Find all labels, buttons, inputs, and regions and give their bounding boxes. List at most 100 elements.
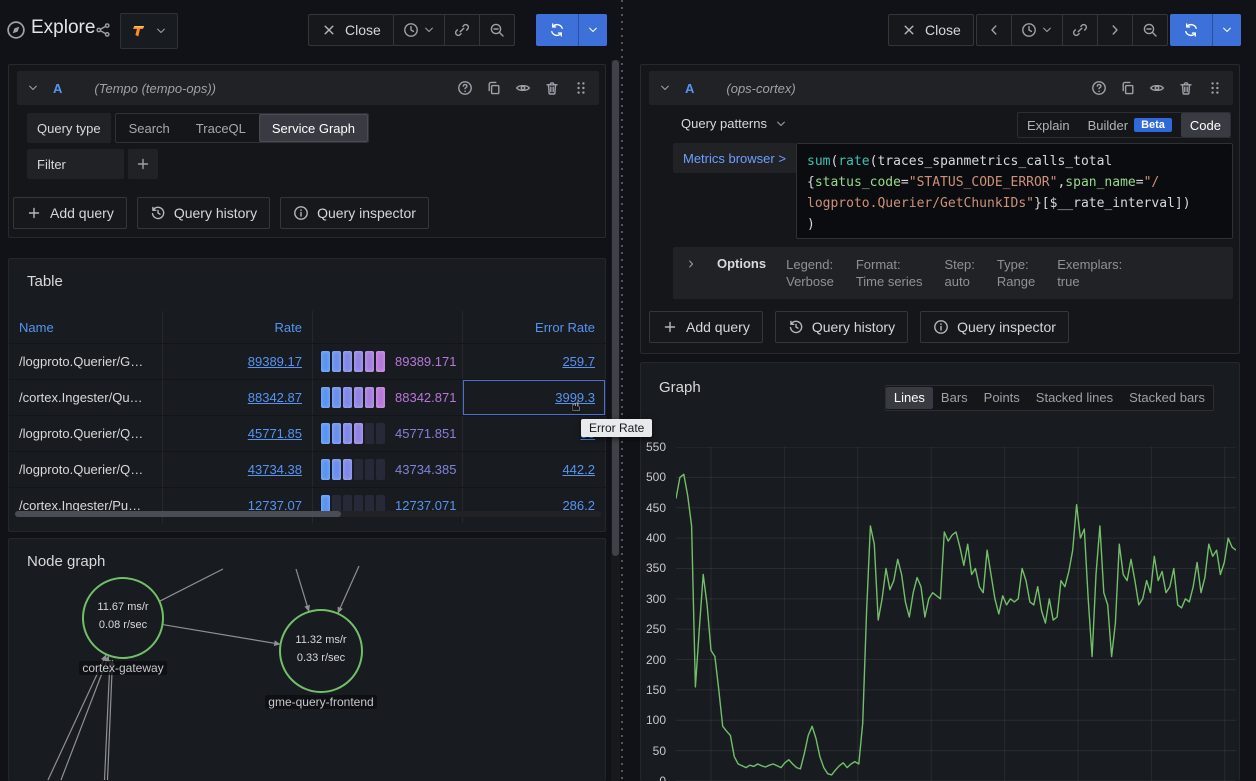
option-value: true (1057, 273, 1122, 290)
query-type-tab-service-graph[interactable]: Service Graph (259, 114, 368, 142)
lcd-cell (343, 423, 352, 444)
query-editor-left: A (Tempo (tempo-ops)) Query type SearchT… (8, 64, 606, 238)
tab-explain[interactable]: Explain (1018, 118, 1079, 133)
y-axis-label: 450 (636, 501, 666, 515)
query-patterns-dropdown[interactable]: Query patterns (681, 116, 787, 131)
zoom-out-icon (489, 22, 505, 38)
duplicate-query-icon[interactable] (1120, 80, 1136, 96)
drag-handle-icon[interactable] (1207, 80, 1223, 96)
close-split-button-right[interactable]: Close (888, 14, 974, 46)
lcd-cell (321, 387, 330, 408)
add-query-button[interactable]: Add query (13, 197, 127, 229)
add-filter-button[interactable] (128, 149, 158, 179)
option-value: Verbose (786, 273, 834, 290)
run-query-button[interactable] (1170, 14, 1212, 46)
disable-query-icon[interactable] (515, 80, 531, 96)
option-value: Time series (856, 273, 923, 290)
plus-icon (662, 319, 678, 335)
rate-link[interactable]: 45771.85 (248, 426, 302, 441)
run-query-button[interactable] (536, 14, 578, 46)
table-row: /cortex.Ingester/Qu…88342.8788342.871399… (9, 379, 607, 415)
query-row-header[interactable]: A (ops-cortex) (649, 71, 1233, 105)
lcd-cell (332, 387, 341, 408)
zoom-out-button[interactable] (479, 15, 514, 45)
code-line: logproto.Querier/GetChunkIDs"}[$__rate_i… (807, 193, 1222, 214)
code-token: ) (807, 217, 815, 232)
code-token: ]) (1175, 196, 1191, 211)
link-split-button[interactable] (1062, 15, 1097, 45)
run-query-dropdown[interactable] (1212, 14, 1241, 46)
service-node-cortex-gateway[interactable] (83, 578, 163, 658)
table-hscrollbar-thumb[interactable] (15, 511, 341, 517)
lcd-cell (354, 387, 363, 408)
graph-mode-bars[interactable]: Bars (933, 387, 976, 409)
close-split-button-left[interactable]: Close (308, 14, 394, 46)
rate-link[interactable]: 89389.17 (248, 354, 302, 369)
table-header: Name Rate Error Rate (9, 311, 607, 343)
time-picker-button[interactable] (394, 15, 444, 45)
query-inspector-button[interactable]: Query inspector (280, 197, 429, 229)
options-chevron-icon (685, 258, 697, 270)
query-row-header[interactable]: A (Tempo (tempo-ops)) (17, 71, 599, 105)
query-options-row[interactable]: Options Legend:VerboseFormat:Time series… (673, 247, 1233, 299)
link-icon (454, 22, 470, 38)
query-inspector-button[interactable]: Query inspector (920, 311, 1069, 343)
col-header-rate[interactable]: Rate (163, 311, 313, 343)
zoom-out-button[interactable] (1132, 15, 1167, 45)
query-type-tab-traceql[interactable]: TraceQL (183, 114, 259, 142)
run-query-dropdown[interactable] (578, 14, 607, 46)
query-type-tab-search[interactable]: Search (116, 114, 183, 142)
cell-error-rate: 259.7 (463, 344, 605, 379)
error-rate-link[interactable]: 442.2 (562, 462, 595, 477)
refresh-icon (549, 22, 565, 38)
col-header-error-rate[interactable]: Error Rate (463, 311, 605, 343)
query-datasource: (ops-cortex) (726, 81, 795, 96)
lcd-cell (354, 459, 363, 480)
drag-handle-icon[interactable] (573, 80, 589, 96)
node-stat: 11.67 ms/r (78, 601, 168, 613)
duplicate-query-icon[interactable] (486, 80, 502, 96)
collapse-query-icon[interactable] (27, 82, 39, 94)
shift-time-back-button[interactable] (977, 15, 1011, 45)
help-icon[interactable] (1091, 80, 1107, 96)
delete-query-icon[interactable] (544, 80, 560, 96)
query-option: Format:Time series (856, 256, 923, 290)
link-split-button[interactable] (444, 15, 479, 45)
service-node-gme-query-frontend[interactable] (280, 610, 362, 692)
table-body: /logproto.Querier/G…89389.1789389.171259… (9, 343, 607, 523)
pane-splitter[interactable] (621, 0, 623, 781)
query-history-button[interactable]: Query history (137, 197, 270, 229)
share-icon[interactable] (95, 22, 111, 38)
graph-mode-stacked-lines[interactable]: Stacked lines (1028, 387, 1121, 409)
promql-code-editor[interactable]: sum(rate(traces_spanmetrics_calls_total{… (796, 143, 1233, 239)
lcd-cell (365, 423, 374, 444)
graph-mode-stacked-bars[interactable]: Stacked bars (1121, 387, 1213, 409)
metrics-browser-button[interactable]: Metrics browser > (673, 143, 796, 173)
graph-mode-lines[interactable]: Lines (886, 387, 933, 409)
tab-code[interactable]: Code (1181, 113, 1230, 137)
filter-label: Filter (27, 149, 124, 179)
disable-query-icon[interactable] (1149, 80, 1165, 96)
left-pane-scrollbar-thumb[interactable] (612, 60, 619, 556)
query-option: Type:Range (997, 256, 1035, 290)
graph-mode-points[interactable]: Points (976, 387, 1028, 409)
query-history-button[interactable]: Query history (775, 311, 908, 343)
beta-badge: Beta (1134, 118, 1172, 132)
error-rate-link[interactable]: 259.7 (562, 354, 595, 369)
delete-query-icon[interactable] (1178, 80, 1194, 96)
rate-link[interactable]: 88342.87 (248, 390, 302, 405)
chevron-down-icon (423, 24, 435, 36)
time-picker-button[interactable] (1011, 15, 1062, 45)
col-header-name[interactable]: Name (9, 311, 163, 343)
add-query-button[interactable]: Add query (649, 311, 763, 343)
datasource-picker-left[interactable] (120, 13, 178, 49)
col-header-gauge (313, 311, 463, 343)
tab-builder[interactable]: Builder Beta (1079, 118, 1181, 133)
lcd-cell (321, 459, 330, 480)
shift-time-forward-button[interactable] (1097, 15, 1132, 45)
help-icon[interactable] (457, 80, 473, 96)
collapse-query-icon[interactable] (659, 82, 671, 94)
rate-link[interactable]: 43734.38 (248, 462, 302, 477)
time-series-chart[interactable] (676, 447, 1236, 781)
lcd-cell (332, 423, 341, 444)
